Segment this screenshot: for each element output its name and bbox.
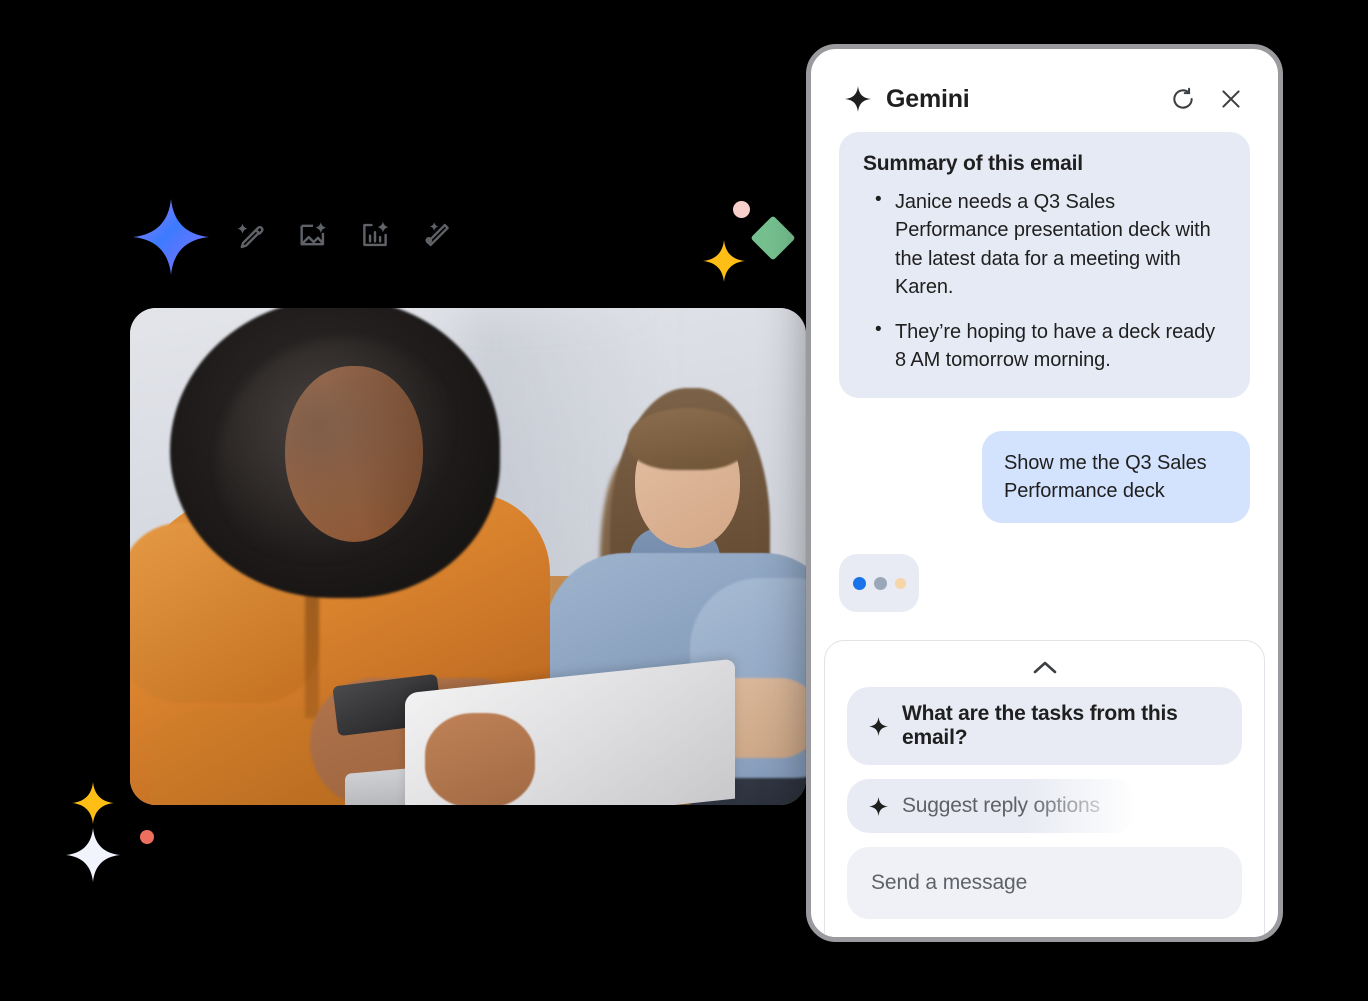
expand-suggestions-button[interactable] [847, 659, 1242, 687]
refresh-button[interactable] [1166, 82, 1200, 116]
pink-dot-shape [733, 201, 750, 218]
panel-header: Gemini [811, 49, 1278, 126]
red-dot-shape [140, 830, 154, 844]
magic-wand-icon [425, 222, 449, 247]
summary-bullet: They’re hoping to have a deck ready 8 AM… [863, 317, 1226, 375]
bottom-sheet: What are the tasks from this email? Sugg… [824, 640, 1265, 937]
panel-title: Gemini [886, 84, 970, 113]
typing-dot-2 [873, 576, 887, 590]
chart-sparkle-icon [363, 221, 389, 247]
suggestion-chip-label: What are the tasks from this email? [902, 702, 1178, 749]
hero-photo [130, 308, 806, 805]
typing-dot-3 [894, 577, 906, 589]
yellow-star-shape [703, 240, 745, 282]
summary-bullet-list: Janice needs a Q3 Sales Performance pres… [863, 187, 1226, 375]
chevron-up-icon [1033, 661, 1056, 674]
summary-bullet: Janice needs a Q3 Sales Performance pres… [863, 187, 1226, 302]
gemini-sparkle-icon [845, 86, 871, 112]
sparkle-star-icon [133, 199, 209, 275]
summary-heading: Summary of this email [863, 152, 1083, 175]
gemini-panel: Gemini Summary of this email • Janice ne… [806, 44, 1283, 942]
user-message-row: Show me the Q3 Sales Performance deck [839, 431, 1250, 524]
sparkle-icon [869, 716, 888, 736]
screenshot-root: Gemini Summary of this email • Janice ne… [0, 0, 1368, 1001]
suggestion-chip-tasks[interactable]: What are the tasks from this email? [847, 687, 1242, 765]
message-input[interactable]: Send a message [847, 847, 1242, 919]
summary-card: Summary of this email Janice needs a Q3 … [839, 132, 1250, 399]
assistant-typing-indicator [839, 554, 919, 613]
user-message-bubble: Show me the Q3 Sales Performance deck [982, 431, 1250, 524]
image-sparkle-icon [300, 222, 327, 246]
suggestion-chip-reply[interactable]: Suggest reply options [847, 779, 1137, 833]
pencil-sparkle-icon [237, 223, 264, 249]
close-icon [1222, 90, 1240, 108]
refresh-icon [1173, 87, 1193, 109]
close-button[interactable] [1214, 82, 1248, 116]
yellow-star-small-shape [72, 782, 114, 824]
sparkle-icon [869, 796, 888, 816]
suggestion-chip-label: Suggest reply options [902, 794, 1100, 817]
typing-dot-1 [852, 576, 866, 590]
white-star-shape [66, 828, 120, 882]
green-diamond-shape [750, 215, 796, 261]
